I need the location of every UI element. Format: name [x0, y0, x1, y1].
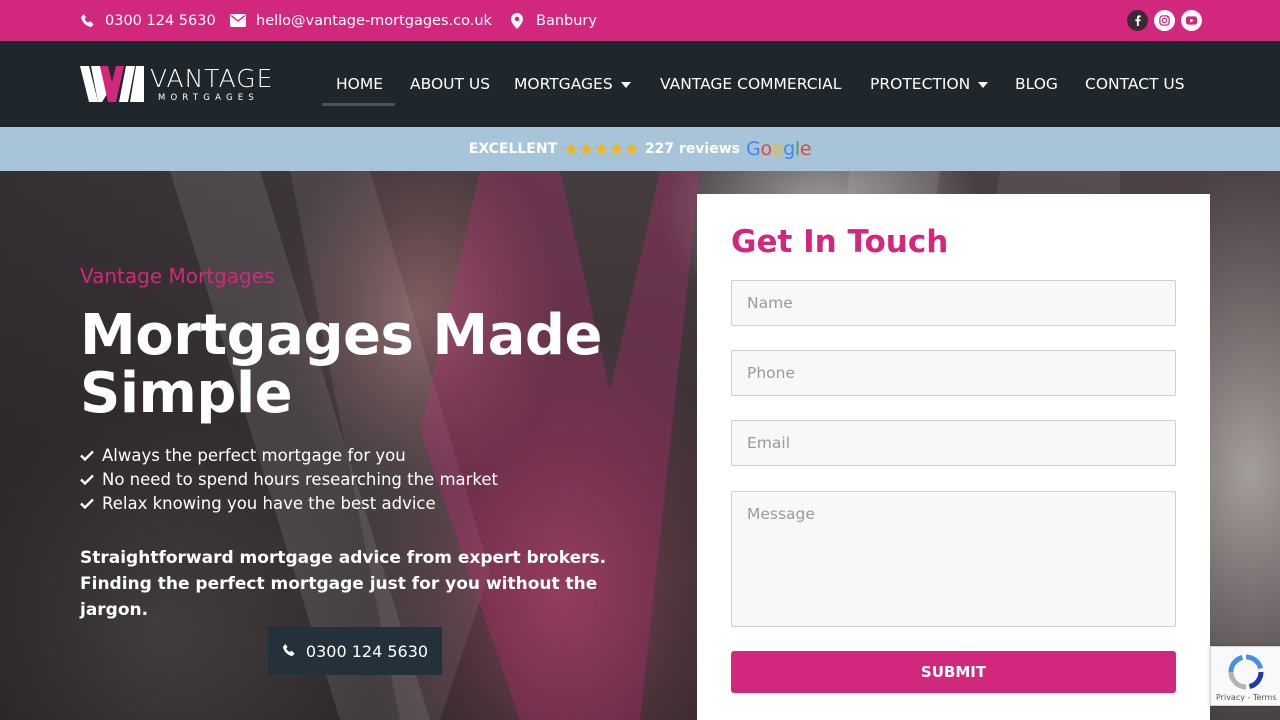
nav-vantage-commercial[interactable]: VANTAGE COMMERCIAL [660, 41, 841, 127]
nav-blog[interactable]: BLOG [1015, 41, 1058, 127]
logo-wordmark: VANTAGE MORTGAGES [150, 66, 273, 103]
nav-protection-label: PROTECTION [870, 75, 971, 93]
nav-about-us-label: ABOUT US [410, 75, 491, 93]
google-reviews-bar[interactable]: EXCELLENT ★★★★★ 227 reviews Google [0, 127, 1280, 171]
list-item: Always the perfect mortgage for you [80, 443, 498, 467]
nav-home-label: HOME [336, 75, 384, 93]
vantage-logo[interactable]: VANTAGE MORTGAGES [80, 65, 273, 103]
hero-benefits-list: Always the perfect mortgage for you No n… [80, 443, 498, 515]
benefit-text: Always the perfect mortgage for you [102, 445, 406, 465]
topbar-phone-text: 0300 124 5630 [105, 12, 216, 29]
recaptcha-links[interactable]: Privacy - Terms [1216, 693, 1277, 702]
phone-field[interactable] [731, 350, 1176, 396]
nav-mortgages-label: MORTGAGES [514, 75, 613, 93]
logo-main-text: VANTAGE [150, 63, 274, 93]
hero-eyebrow: Vantage Mortgages [80, 264, 275, 288]
map-marker-icon [511, 12, 523, 29]
topbar-email-text: hello@vantage-mortgages.co.uk [256, 12, 492, 29]
logo-sub-text: MORTGAGES [158, 92, 259, 103]
check-icon [80, 470, 94, 489]
nav-active-indicator [322, 103, 395, 106]
hero-title: Mortgages Made Simple [80, 303, 602, 426]
chevron-down-icon [620, 81, 631, 88]
call-button[interactable]: 0300 124 5630 [268, 627, 442, 675]
nav-blog-label: BLOG [1015, 75, 1058, 93]
nav-home[interactable]: HOME [336, 41, 383, 127]
vantage-logo-mark-icon [80, 66, 144, 102]
form-title: Get In Touch [731, 224, 949, 260]
nav-mortgages[interactable]: MORTGAGES [514, 41, 631, 127]
email-field[interactable] [731, 420, 1176, 466]
review-count: 227 reviews [644, 141, 740, 157]
contact-form-card: Get In Touch SUBMIT [697, 194, 1210, 720]
name-field[interactable] [731, 280, 1176, 326]
recaptcha-badge[interactable]: Privacy - Terms [1210, 646, 1280, 706]
check-icon [80, 494, 94, 513]
benefit-text: Relax knowing you have the best advice [102, 493, 436, 513]
list-item: No need to spend hours researching the m… [80, 467, 498, 491]
envelope-icon [230, 14, 246, 27]
top-contact-bar: 0300 124 5630 hello@vantage-mortgages.co… [0, 0, 1280, 41]
check-icon [80, 446, 94, 465]
call-button-label: 0300 124 5630 [305, 641, 429, 661]
phone-icon [80, 13, 95, 28]
topbar-email[interactable]: hello@vantage-mortgages.co.uk [230, 0, 492, 41]
recaptcha-icon [1228, 654, 1264, 690]
nav-protection[interactable]: PROTECTION [870, 41, 989, 127]
nav-contact-us-label: CONTACT US [1085, 75, 1185, 93]
topbar-phone[interactable]: 0300 124 5630 [80, 0, 216, 41]
topbar-location: Banbury [511, 0, 597, 41]
topbar-location-text: Banbury [536, 12, 597, 29]
list-item: Relax knowing you have the best advice [80, 491, 498, 515]
chevron-down-icon [978, 81, 989, 88]
benefit-text: No need to spend hours researching the m… [102, 469, 499, 489]
phone-icon [282, 642, 296, 661]
main-navigation: VANTAGE MORTGAGES HOME ABOUT US MORTGAGE… [0, 41, 1280, 127]
star-rating-icon: ★★★★★ [563, 138, 640, 160]
nav-vantage-commercial-label: VANTAGE COMMERCIAL [660, 75, 842, 93]
youtube-icon[interactable] [1181, 10, 1202, 31]
instagram-icon[interactable] [1154, 10, 1175, 31]
google-logo: Google [746, 138, 812, 160]
review-rating-label: EXCELLENT [468, 141, 558, 157]
message-field[interactable] [731, 491, 1176, 627]
nav-contact-us[interactable]: CONTACT US [1085, 41, 1185, 127]
submit-button[interactable]: SUBMIT [731, 651, 1176, 693]
facebook-icon[interactable] [1127, 10, 1148, 31]
nav-about-us[interactable]: ABOUT US [410, 41, 490, 127]
hero-description: Straightforward mortgage advice from exp… [80, 548, 607, 620]
